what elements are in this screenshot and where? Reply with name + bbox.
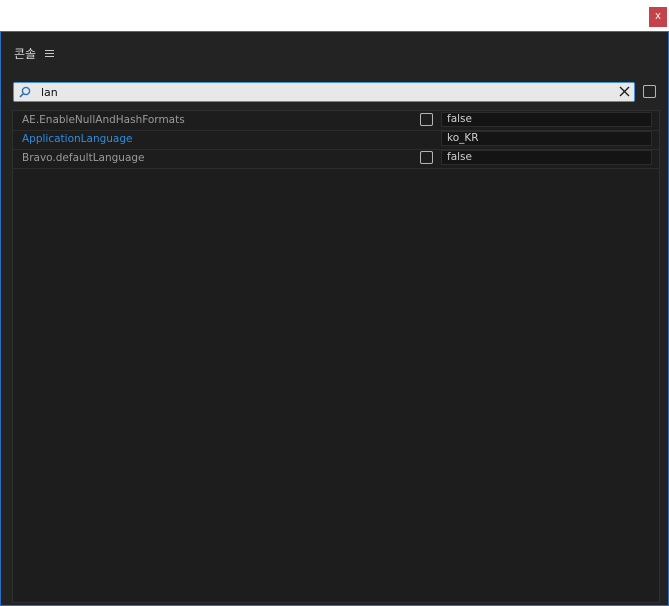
window-titlebar: x bbox=[0, 0, 669, 31]
clear-search-icon[interactable] bbox=[619, 86, 630, 97]
setting-key[interactable]: Bravo.defaultLanguage bbox=[22, 152, 145, 164]
search-box bbox=[13, 82, 635, 102]
setting-value-input[interactable] bbox=[441, 131, 652, 146]
panel-title: 콘솔 bbox=[14, 46, 37, 61]
console-panel: 콘솔 AE.EnableNullAndHashFormats Applicati… bbox=[0, 31, 669, 606]
filter-modified-checkbox[interactable] bbox=[643, 85, 656, 98]
setting-checkbox[interactable] bbox=[420, 151, 433, 164]
search-input[interactable] bbox=[41, 83, 611, 101]
settings-row: AE.EnableNullAndHashFormats bbox=[13, 111, 659, 131]
panel-header: 콘솔 bbox=[14, 44, 55, 62]
settings-row: Bravo.defaultLanguage bbox=[13, 149, 659, 169]
hamburger-menu-icon[interactable] bbox=[45, 49, 55, 57]
setting-key[interactable]: AE.EnableNullAndHashFormats bbox=[22, 114, 185, 126]
search-icon bbox=[19, 86, 31, 98]
setting-value-input[interactable] bbox=[441, 150, 652, 165]
setting-key[interactable]: ApplicationLanguage bbox=[22, 133, 133, 145]
setting-value-input[interactable] bbox=[441, 112, 652, 127]
settings-row: ApplicationLanguage bbox=[13, 130, 659, 150]
setting-checkbox[interactable] bbox=[420, 113, 433, 126]
window-close-button[interactable]: x bbox=[649, 7, 667, 27]
settings-list: AE.EnableNullAndHashFormats ApplicationL… bbox=[12, 110, 660, 603]
